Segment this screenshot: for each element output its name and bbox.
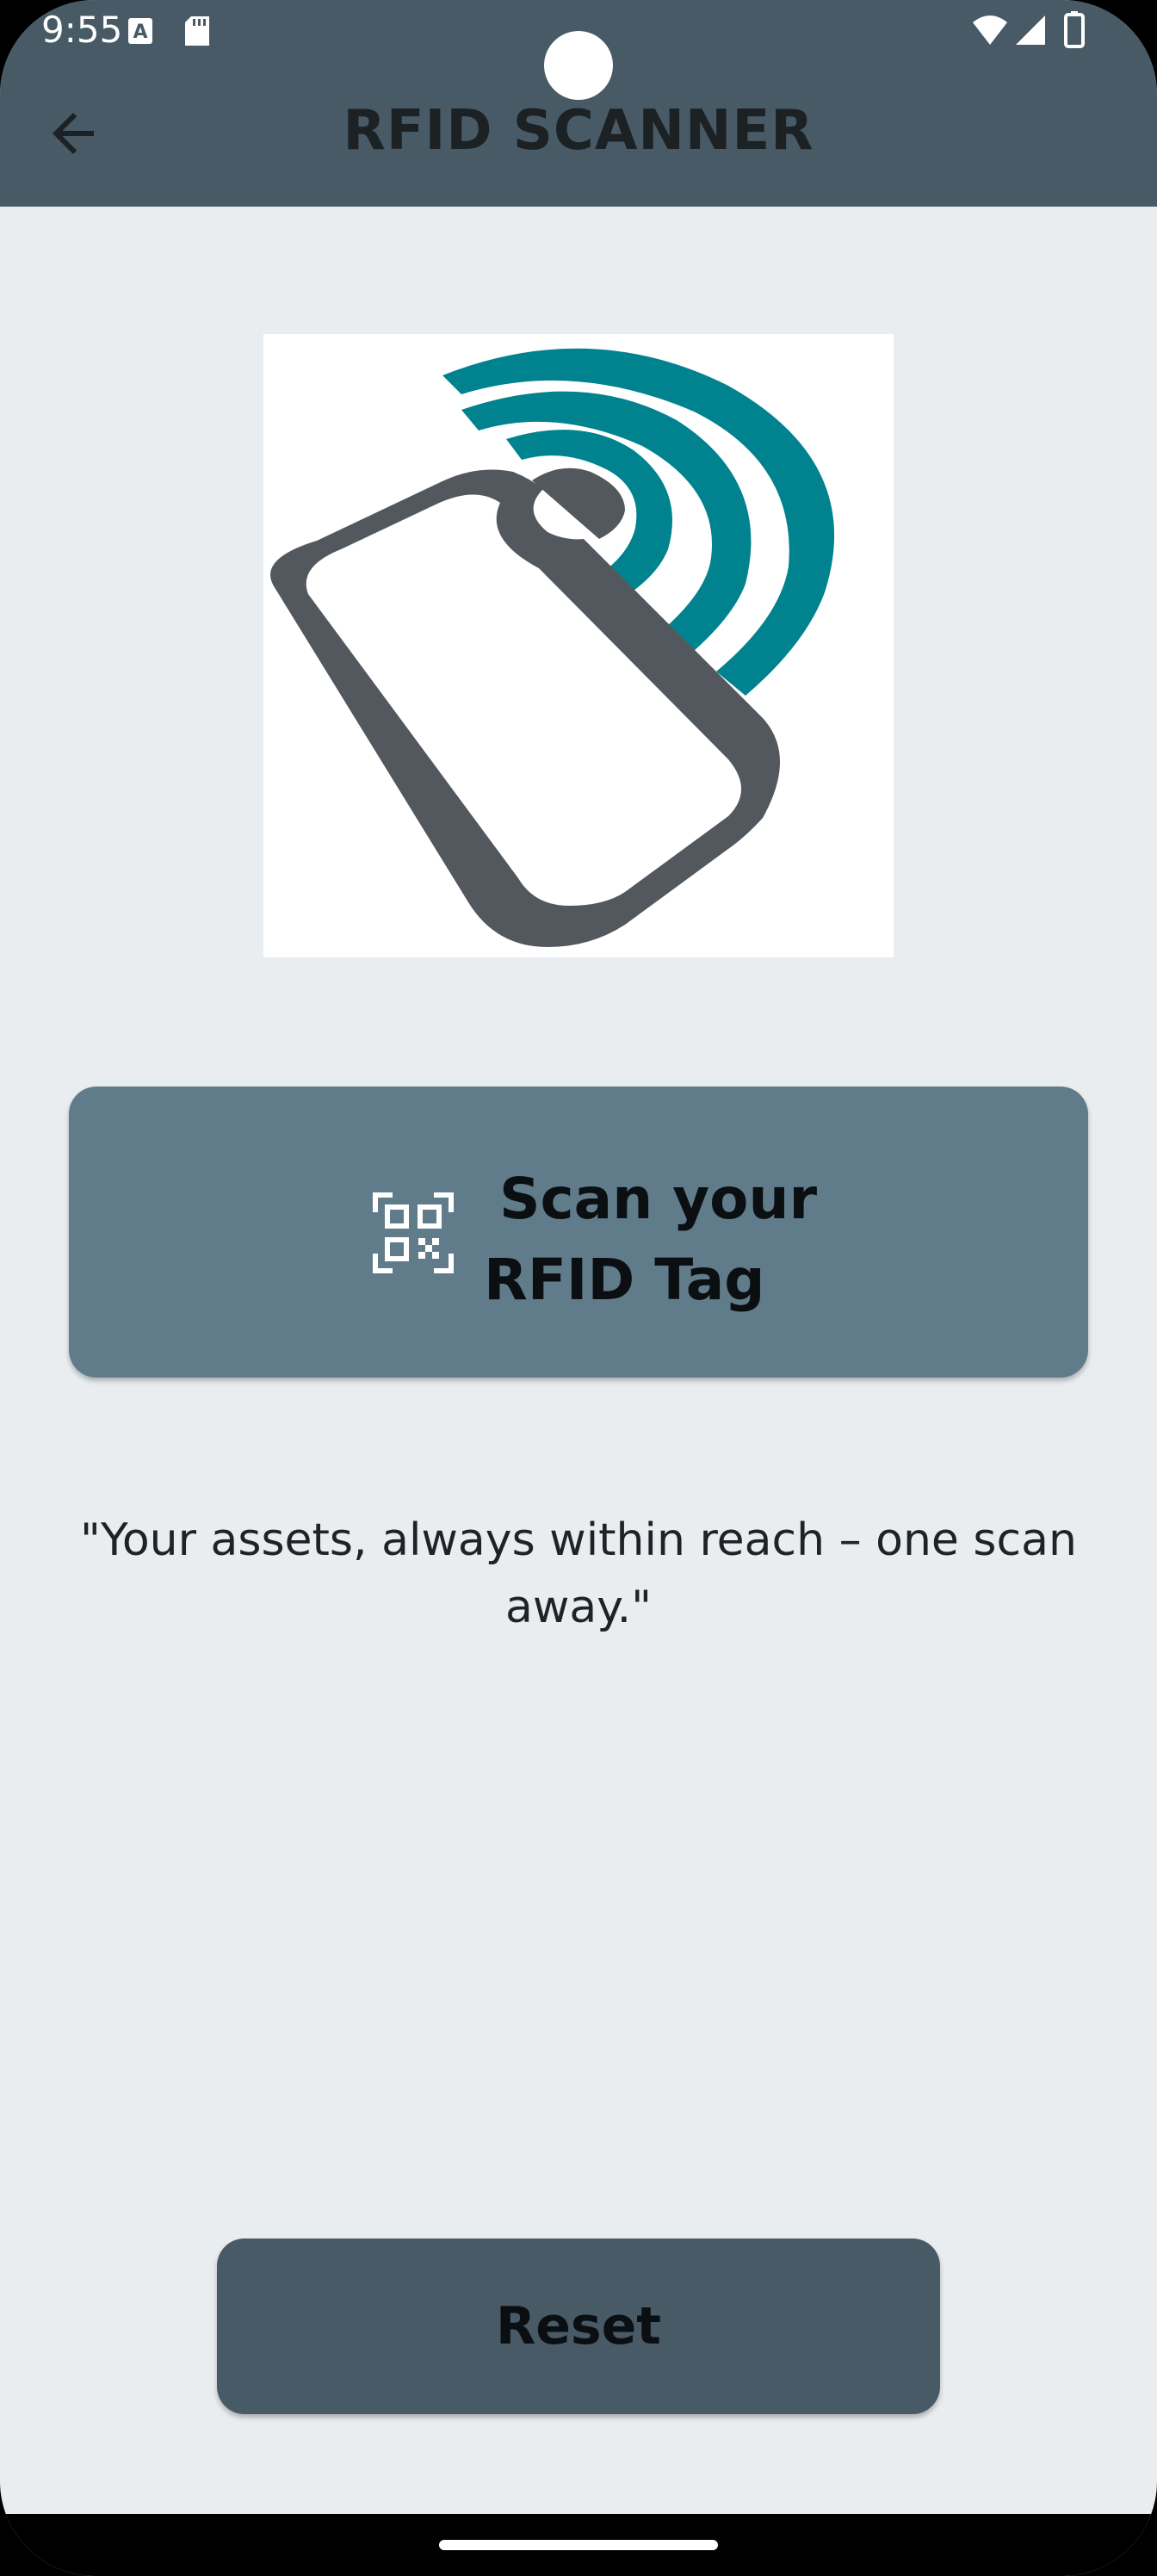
front-camera [544, 31, 613, 100]
scan-button-label-line1: Scan your [499, 1166, 818, 1232]
app-screen: 9:55 A RFID SCANNER Scan your RFID Tag "… [0, 0, 1157, 2576]
scan-button-label-line2: RFID Tag [484, 1247, 765, 1313]
scan-rfid-button[interactable]: Scan your RFID Tag [69, 1087, 1088, 1378]
sd-card-icon [185, 16, 209, 46]
svg-text:A: A [133, 22, 147, 43]
rfid-hero-image [263, 334, 894, 957]
qr-scan-icon [373, 1192, 454, 1273]
signal-icon [1016, 15, 1045, 45]
reset-button[interactable]: Reset [217, 2239, 940, 2414]
keyboard-icon: A [128, 18, 152, 44]
home-indicator[interactable] [439, 2540, 718, 2550]
app-bar: 9:55 A RFID SCANNER [0, 0, 1157, 207]
tagline-text: "Your assets, always within reach – one … [80, 1514, 1077, 1633]
page-title: RFID SCANNER [343, 99, 814, 163]
status-time: 9:55 [41, 9, 123, 51]
rfid-tag-icon [270, 348, 835, 947]
wifi-icon [973, 15, 1007, 45]
battery-icon [1064, 11, 1085, 48]
